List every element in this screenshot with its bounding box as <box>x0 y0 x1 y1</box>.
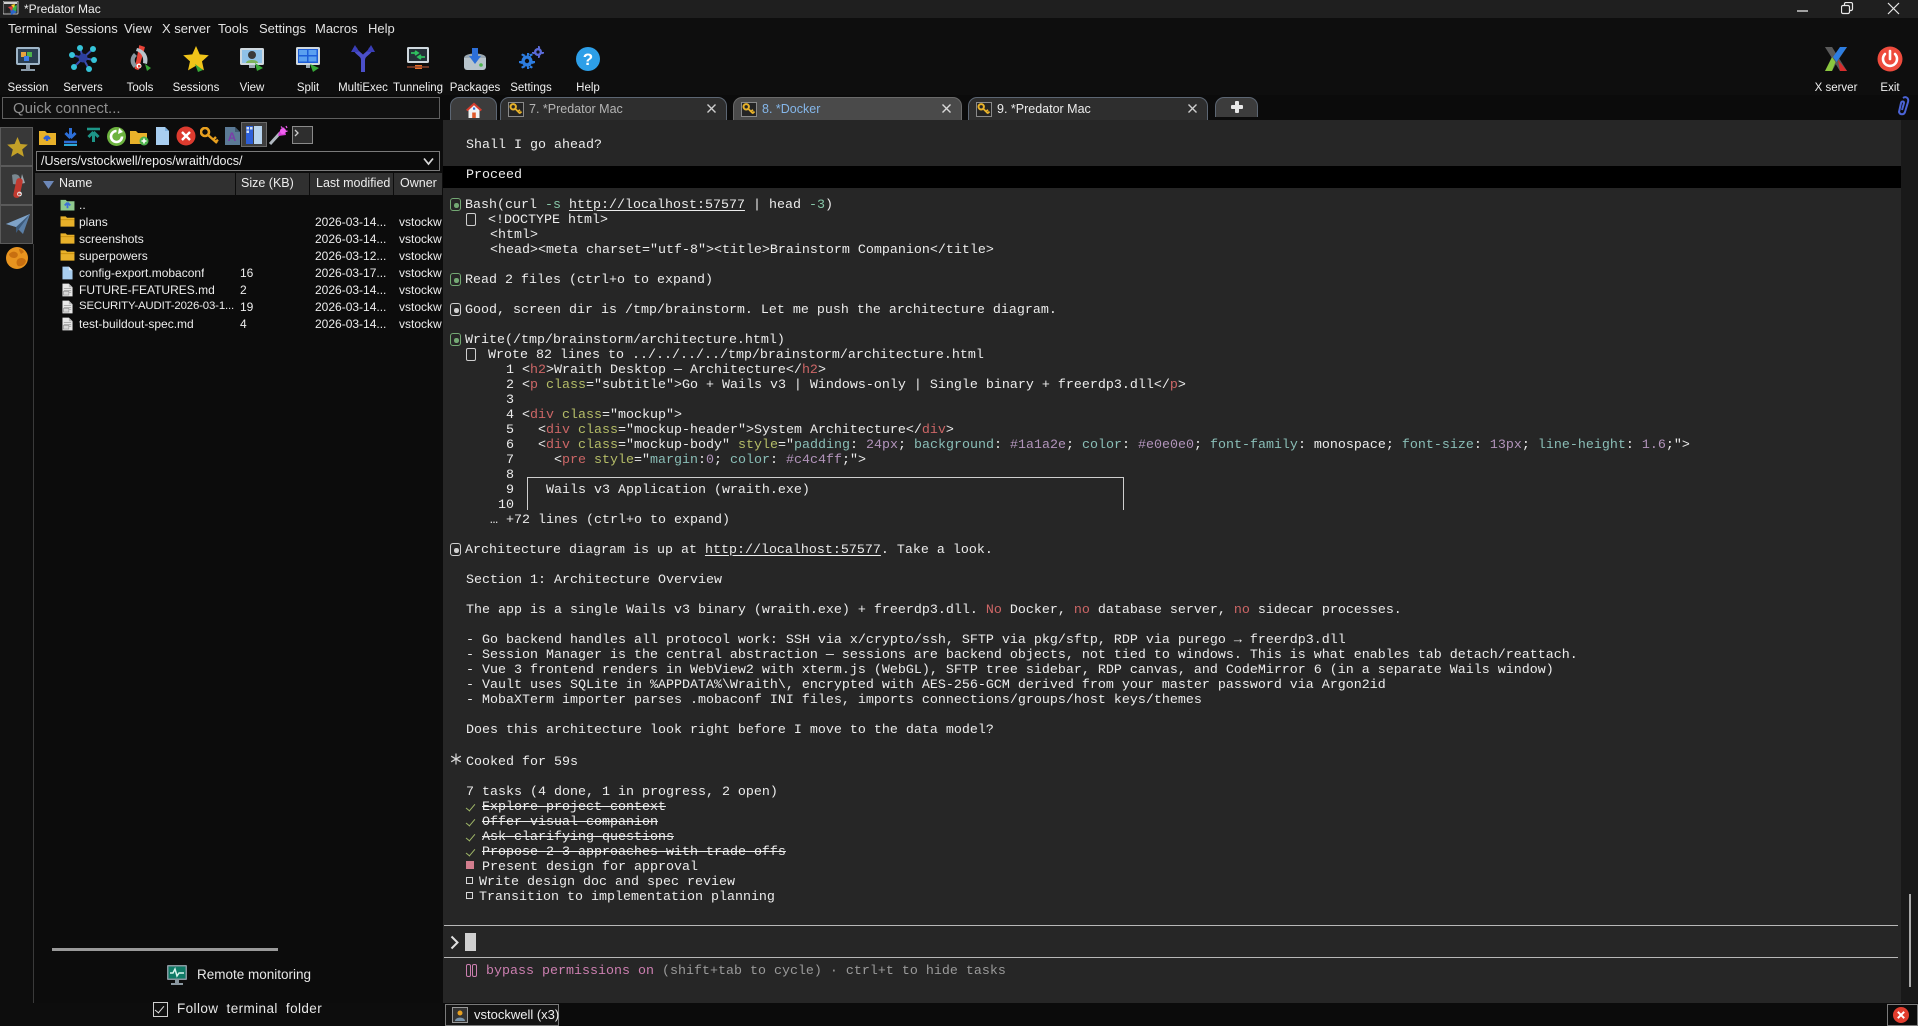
svg-text:A: A <box>228 130 237 144</box>
svg-text:?: ? <box>583 50 593 69</box>
